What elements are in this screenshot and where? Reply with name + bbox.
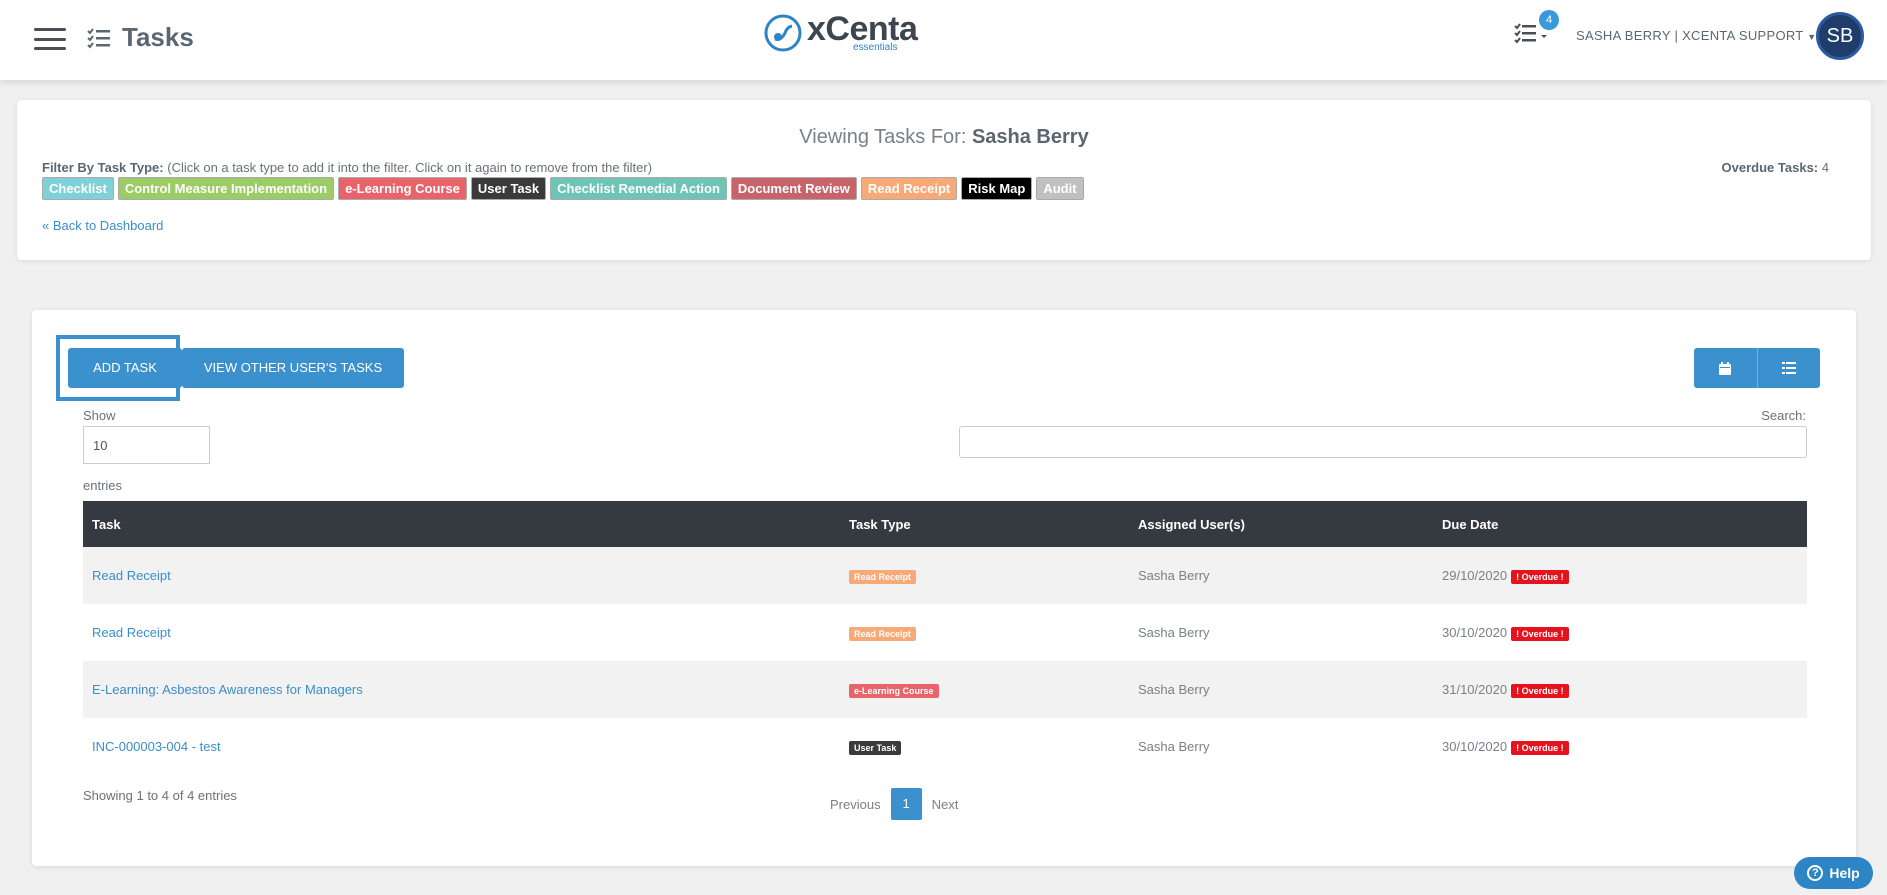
task-type-badge: Read Receipt (849, 626, 917, 641)
filter-hint: (Click on a task type to add it into the… (167, 160, 653, 175)
filter-label-bold: Filter By Task Type: (42, 160, 164, 175)
task-cell: Read Receipt (83, 547, 840, 604)
table-row[interactable]: INC-000003-004 - test User Task Sasha Berr… (83, 718, 1807, 775)
task-cell: INC-000003-004 - test (83, 718, 840, 775)
menu-icon[interactable] (34, 28, 66, 50)
task-type-badge: e-Learning Course (849, 683, 939, 698)
calendar-icon (1719, 361, 1732, 375)
tasks-table-body: Read Receipt Read Receipt Sasha Berry 29/10… (83, 547, 1807, 775)
column-header-due-date[interactable]: Due Date (1433, 501, 1807, 547)
overdue-count-label: Overdue Tasks: (1721, 160, 1819, 175)
pagination: Previous 1 Next (820, 788, 968, 820)
pagination-next[interactable]: Next (922, 797, 969, 812)
task-link[interactable]: E-Learning: Asbestos Awareness for Manag… (92, 682, 363, 697)
table-header-row: Task Task Type Assigned User(s) Due Date (83, 501, 1807, 547)
overdue-badge: ! Overdue ! (1511, 626, 1569, 641)
task-type-cell: e-Learning Course (840, 661, 1129, 718)
pagination-previous[interactable]: Previous (820, 797, 891, 812)
table-row[interactable]: E-Learning: Asbestos Awareness for Manag… (83, 661, 1807, 718)
tasks-panel: ADD TASK VIEW OTHER USER'S TASKS Show en… (32, 310, 1856, 866)
task-type-badge: Read Receipt (849, 569, 917, 584)
task-type-cell: User Task (840, 718, 1129, 775)
help-label: Help (1829, 865, 1860, 881)
filter-chip[interactable]: Checklist Remedial Action (550, 177, 727, 200)
task-type-cell: Read Receipt (840, 547, 1129, 604)
table-row[interactable]: Read Receipt Read Receipt Sasha Berry 29/10… (83, 547, 1807, 604)
search-input[interactable] (959, 426, 1807, 458)
filter-chip[interactable]: e-Learning Course (338, 177, 467, 200)
filter-chip[interactable]: Risk Map (961, 177, 1033, 200)
due-date-cell: 31/10/2020! Overdue ! (1433, 661, 1807, 718)
column-header-assigned-users[interactable]: Assigned User(s) (1129, 501, 1433, 547)
logo-main-text: xCenta (807, 10, 918, 48)
filter-chip[interactable]: Checklist (42, 177, 114, 200)
filter-label: Filter By Task Type: (Click on a task ty… (42, 160, 652, 175)
notifications-button[interactable]: 4 (1514, 10, 1559, 52)
task-cell: Read Receipt (83, 604, 840, 661)
filter-chip[interactable]: Document Review (730, 177, 857, 200)
calendar-view-button[interactable] (1694, 348, 1757, 388)
entries-label: entries (83, 478, 123, 493)
user-menu-label: SASHA BERRY | XCENTA SUPPORT (1576, 28, 1804, 43)
task-list-icon (87, 27, 110, 49)
due-date-cell: 30/10/2020! Overdue ! (1433, 604, 1807, 661)
view-toggle-group (1694, 348, 1820, 388)
due-date-text: 30/10/2020 (1442, 738, 1508, 754)
back-to-dashboard-link[interactable]: « Back to Dashboard (42, 218, 163, 233)
assigned-user-cell: Sasha Berry (1138, 568, 1210, 583)
viewing-user: Sasha Berry (971, 126, 1089, 148)
due-date-cell: 29/10/2020! Overdue ! (1433, 547, 1807, 604)
due-date-cell: 30/10/2020! Overdue ! (1433, 718, 1807, 775)
filter-chip[interactable]: Audit (1036, 177, 1084, 200)
overdue-badge: ! Overdue ! (1511, 569, 1569, 584)
assigned-user-cell: Sasha Berry (1138, 625, 1210, 640)
assigned-user-cell: Sasha Berry (1138, 682, 1210, 697)
task-link[interactable]: INC-000003-004 - test (92, 739, 221, 754)
viewing-prefix: Viewing Tasks For: (799, 126, 967, 148)
avatar[interactable]: SB (1816, 12, 1864, 60)
search-label: Search: (1761, 408, 1806, 423)
question-circle-icon: ? (1807, 865, 1824, 881)
show-label: Show (83, 408, 116, 423)
assigned-user-cell: Sasha Berry (1138, 739, 1210, 754)
task-cell: E-Learning: Asbestos Awareness for Manag… (83, 661, 840, 718)
table-row[interactable]: Read Receipt Read Receipt Sasha Berry 30/10… (83, 604, 1807, 661)
overdue-count: Overdue Tasks: 4 (1722, 160, 1829, 175)
overdue-badge: ! Overdue ! (1511, 683, 1569, 698)
task-link[interactable]: Read Receipt (92, 568, 171, 583)
page-title: Tasks (122, 22, 194, 52)
column-header-task-type[interactable]: Task Type (840, 501, 1129, 547)
user-menu-dropdown[interactable]: SASHA BERRY | XCENTA SUPPORT ▼ (1576, 28, 1816, 43)
top-bar: Tasks xCenta essentials 4 SASHA BERRY | … (0, 0, 1887, 80)
showing-entries-text: Showing 1 to 4 of 4 entries (83, 788, 237, 803)
page-title-group: Tasks (86, 22, 194, 53)
logo-sub-text: essentials (853, 42, 898, 53)
filter-panel: Viewing Tasks For: Sasha Berry Filter By… (17, 100, 1871, 260)
due-date-text: 31/10/2020 (1442, 681, 1508, 697)
overdue-badge: ! Overdue ! (1511, 740, 1569, 755)
task-type-cell: Read Receipt (840, 604, 1129, 661)
due-date-text: 29/10/2020 (1442, 567, 1508, 583)
entries-per-page-select[interactable] (83, 426, 210, 464)
filter-chip[interactable]: Control Measure Implementation (117, 177, 335, 200)
column-header-task[interactable]: Task (83, 501, 840, 547)
task-link[interactable]: Read Receipt (92, 625, 171, 640)
task-type-filter-chips: Checklist Control Measure Implementation e… (42, 177, 1088, 200)
due-date-text: 30/10/2020 (1442, 624, 1508, 640)
list-view-button[interactable] (1756, 348, 1820, 388)
overdue-count-value: 4 (1821, 160, 1829, 175)
help-button[interactable]: ? Help (1794, 857, 1873, 889)
list-icon (1781, 362, 1796, 374)
pagination-page-1[interactable]: 1 (890, 788, 922, 820)
tasks-table: Task Task Type Assigned User(s) Due Date… (83, 501, 1807, 775)
filter-chip[interactable]: User Task (470, 177, 547, 200)
filter-chip[interactable]: Read Receipt (860, 177, 958, 200)
viewing-tasks-heading: Viewing Tasks For: Sasha Berry (17, 126, 1871, 149)
add-task-button[interactable]: ADD TASK (68, 348, 182, 388)
xcenta-logo: xCenta essentials (763, 10, 918, 53)
logo-mark-icon (764, 14, 802, 51)
task-type-badge: User Task (849, 740, 902, 755)
view-other-users-tasks-button[interactable]: VIEW OTHER USER'S TASKS (182, 348, 404, 388)
notification-count-badge: 4 (1539, 10, 1559, 30)
